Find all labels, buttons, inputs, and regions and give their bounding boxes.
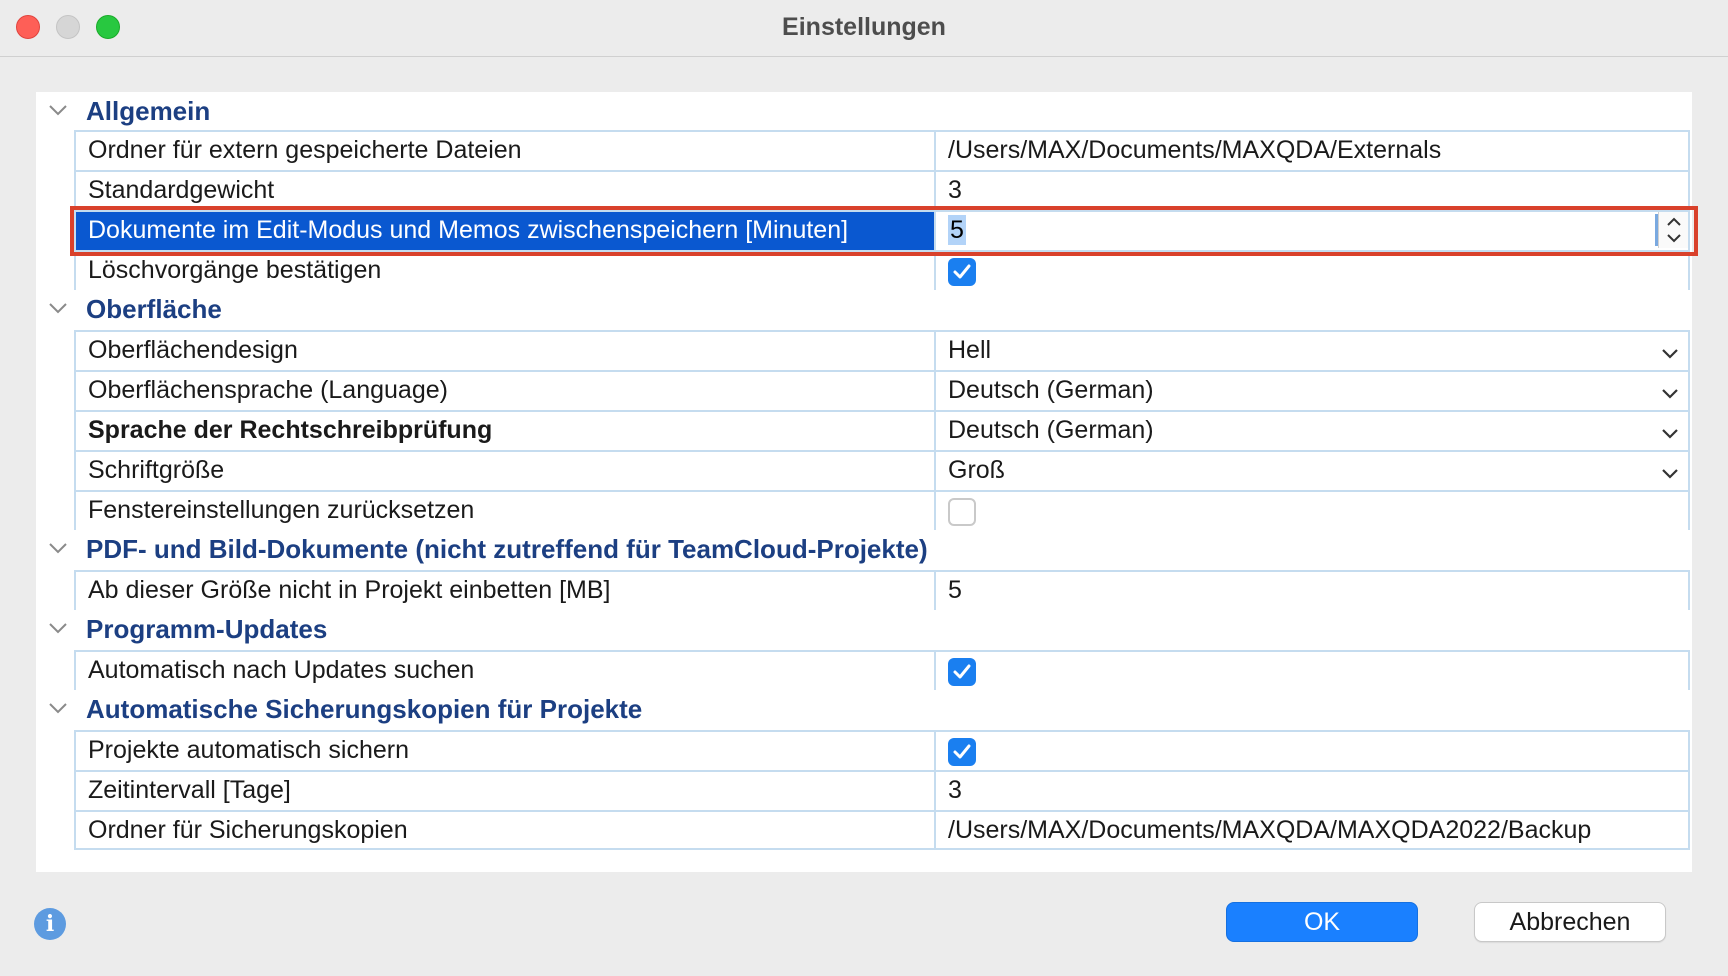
setting-label: Automatisch nach Updates suchen	[76, 652, 936, 690]
checkmark-icon	[953, 744, 971, 759]
section-label: Automatische Sicherungskopien für Projek…	[86, 694, 643, 724]
font-size-dropdown[interactable]: Groß	[936, 452, 1688, 490]
settings-row-auto-updates[interactable]: Automatisch nach Updates suchen	[74, 650, 1690, 690]
chevron-down-icon[interactable]	[1660, 386, 1680, 400]
auto-backup-checkbox[interactable]	[948, 738, 976, 766]
setting-label: Fenstereinstellungen zurücksetzen	[76, 492, 936, 530]
setting-label: Sprache der Rechtschreibprüfung	[76, 412, 936, 450]
chevron-down-icon[interactable]	[46, 700, 70, 716]
dropdown-value: Hell	[948, 336, 992, 364]
dropdown-value: Deutsch (German)	[948, 376, 1154, 404]
setting-label: Ab dieser Größe nicht in Projekt einbett…	[76, 572, 936, 610]
embed-size-value[interactable]: 5	[936, 572, 1688, 610]
chevron-down-icon[interactable]	[46, 620, 70, 636]
settings-row-auto-backup[interactable]: Projekte automatisch sichern	[74, 730, 1690, 770]
section-updates[interactable]: Programm-Updates	[36, 610, 1692, 648]
ui-design-dropdown[interactable]: Hell	[936, 332, 1688, 370]
settings-row-backup-folder[interactable]: Ordner für Sicherungskopien /Users/MAX/D…	[74, 810, 1690, 850]
section-backup[interactable]: Automatische Sicherungskopien für Projek…	[36, 690, 1692, 728]
section-label: Allgemein	[86, 96, 211, 126]
settings-row-spellcheck-language[interactable]: Sprache der Rechtschreibprüfung Deutsch …	[74, 410, 1690, 450]
default-weight-value[interactable]: 3	[936, 172, 1688, 210]
setting-label: Projekte automatisch sichern	[76, 732, 936, 770]
chevron-down-icon[interactable]	[46, 540, 70, 556]
chevron-down-icon[interactable]	[46, 102, 70, 118]
auto-updates-cell	[936, 652, 1688, 690]
checkmark-icon	[953, 664, 971, 679]
confirm-delete-checkbox[interactable]	[948, 258, 976, 286]
cancel-button[interactable]: Abbrechen	[1474, 902, 1666, 942]
externals-folder-value[interactable]: /Users/MAX/Documents/MAXQDA/Externals	[936, 132, 1688, 170]
chevron-down-icon[interactable]	[1660, 346, 1680, 360]
setting-label: Standardgewicht	[76, 172, 936, 210]
checkmark-icon	[953, 264, 971, 279]
backup-interval-value[interactable]: 3	[936, 772, 1688, 810]
ui-language-dropdown[interactable]: Deutsch (German)	[936, 372, 1688, 410]
preferences-window: Einstellungen Allgemein Ordner für exter…	[0, 0, 1728, 976]
dropdown-value: Deutsch (German)	[948, 416, 1154, 444]
settings-row-default-weight[interactable]: Standardgewicht 3	[74, 170, 1690, 210]
auto-updates-checkbox[interactable]	[948, 658, 976, 686]
spellcheck-language-dropdown[interactable]: Deutsch (German)	[936, 412, 1688, 450]
settings-row-ui-language[interactable]: Oberflächensprache (Language) Deutsch (G…	[74, 370, 1690, 410]
settings-row-backup-interval[interactable]: Zeitintervall [Tage] 3	[74, 770, 1690, 810]
ok-button[interactable]: OK	[1226, 902, 1418, 942]
confirm-delete-cell	[936, 252, 1688, 290]
settings-row-confirm-delete[interactable]: Löschvorgänge bestätigen	[74, 250, 1690, 290]
reset-windows-cell	[936, 492, 1688, 530]
setting-label: Schriftgröße	[76, 452, 936, 490]
section-oberflaeche[interactable]: Oberfläche	[36, 290, 1692, 328]
section-allgemein[interactable]: Allgemein	[36, 92, 1692, 130]
info-icon[interactable]: i	[34, 908, 66, 940]
setting-label: Löschvorgänge bestätigen	[76, 252, 936, 290]
section-label: PDF- und Bild-Dokumente (nicht zutreffen…	[86, 534, 928, 564]
settings-row-ui-design[interactable]: Oberflächendesign Hell	[74, 330, 1690, 370]
setting-label: Ordner für extern gespeicherte Dateien	[76, 132, 936, 170]
auto-backup-cell	[936, 732, 1688, 770]
highlight-frame	[70, 206, 1698, 256]
chevron-down-icon[interactable]	[1660, 466, 1680, 480]
chevron-down-icon[interactable]	[46, 300, 70, 316]
setting-label: Oberflächensprache (Language)	[76, 372, 936, 410]
settings-row-externals-folder[interactable]: Ordner für extern gespeicherte Dateien /…	[74, 130, 1690, 170]
settings-row-reset-windows[interactable]: Fenstereinstellungen zurücksetzen	[74, 490, 1690, 530]
backup-folder-value[interactable]: /Users/MAX/Documents/MAXQDA/MAXQDA2022/B…	[936, 812, 1688, 848]
title-bar: Einstellungen	[0, 0, 1728, 57]
dropdown-value: Groß	[948, 456, 1005, 484]
section-label: Programm-Updates	[86, 614, 328, 644]
section-label: Oberfläche	[86, 294, 222, 324]
setting-label: Oberflächendesign	[76, 332, 936, 370]
chevron-down-icon[interactable]	[1660, 426, 1680, 440]
section-pdf-images[interactable]: PDF- und Bild-Dokumente (nicht zutreffen…	[36, 530, 1692, 568]
setting-label: Ordner für Sicherungskopien	[76, 812, 936, 848]
window-title: Einstellungen	[782, 13, 946, 41]
setting-label: Zeitintervall [Tage]	[76, 772, 936, 810]
reset-windows-checkbox[interactable]	[948, 498, 976, 526]
settings-row-font-size[interactable]: Schriftgröße Groß	[74, 450, 1690, 490]
settings-row-embed-size[interactable]: Ab dieser Größe nicht in Projekt einbett…	[74, 570, 1690, 610]
